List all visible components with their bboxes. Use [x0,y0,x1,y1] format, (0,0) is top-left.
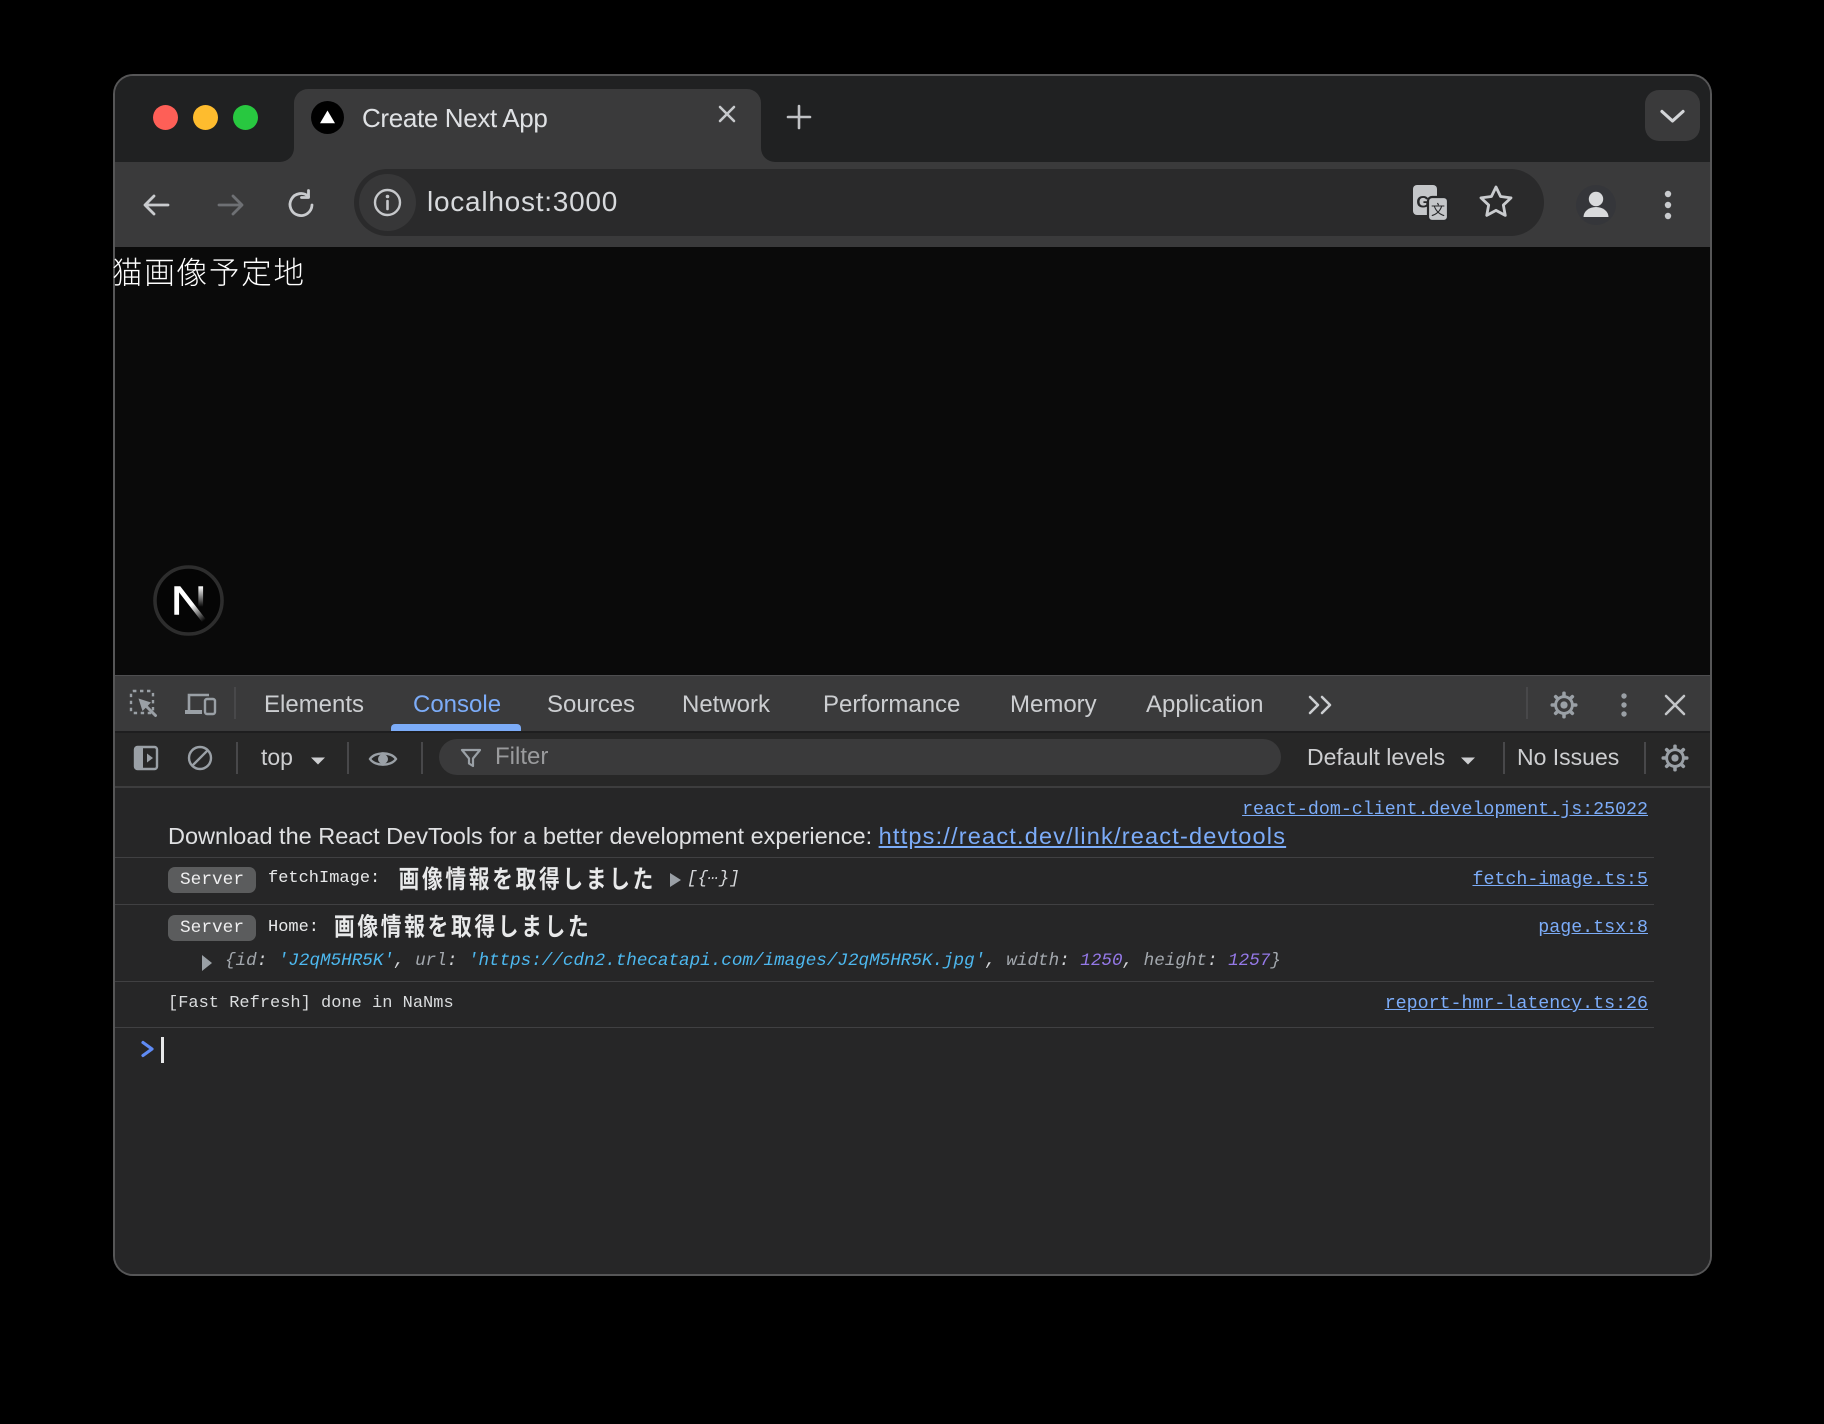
svg-text:文: 文 [1431,202,1445,218]
